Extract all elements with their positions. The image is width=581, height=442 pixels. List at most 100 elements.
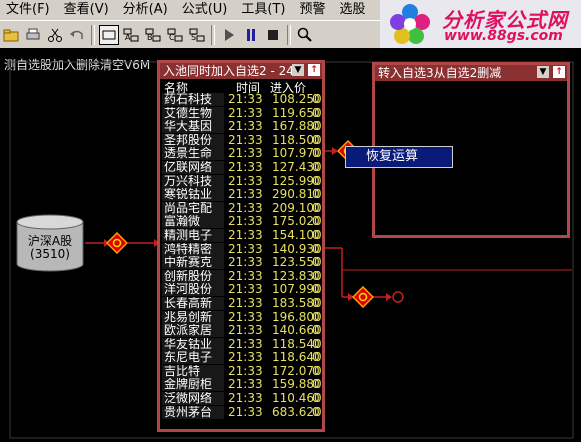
entry-time: 21:33: [228, 255, 263, 270]
entry-time: 21:33: [228, 119, 263, 134]
menu-view[interactable]: 查看(V): [58, 0, 117, 20]
entry-time: 21:33: [228, 323, 263, 338]
extra-value: 0: [312, 227, 320, 242]
entry-time: 21:33: [228, 214, 263, 229]
menu-analysis[interactable]: 分析(A): [117, 0, 176, 20]
stock-name: 药石科技: [162, 93, 224, 106]
filter-node-icon[interactable]: [352, 286, 374, 308]
stock-row[interactable]: 药石科技 21:33 108.250 0: [160, 93, 322, 107]
stock-list[interactable]: 药石科技 21:33 108.250 0 艾德生物 21:33 119.650 0 华大基因 21…: [160, 93, 322, 429]
site-logo: 分析家公式网 www.88gs.com: [380, 0, 581, 48]
toolbar-separator: [91, 25, 95, 45]
entry-time: 21:33: [228, 93, 263, 106]
stock-name: 亿联网络: [162, 160, 224, 174]
toolbar-separator: [211, 25, 215, 45]
formula-c-icon[interactable]: C: [165, 25, 185, 45]
stock-pool-panel[interactable]: 入池同时加入自选2 - 24 ▼ ↑ 名称 时间 进入价 药石科技 21:33 10…: [157, 60, 325, 432]
printer-icon[interactable]: [23, 25, 43, 45]
stock-row[interactable]: 泛微网络 21:33 110.460 0: [160, 391, 322, 406]
stock-row[interactable]: 中新赛克 21:33 123.550 0: [160, 256, 322, 270]
data-source-shsz-a[interactable]: 沪深A股 (3510): [15, 214, 85, 272]
stock-row[interactable]: 创新股份 21:33 123.830 0: [160, 269, 322, 284]
extra-value: 0: [312, 350, 320, 365]
undo-icon[interactable]: [67, 25, 87, 45]
entry-time: 21:33: [228, 241, 263, 256]
extra-value: 0: [312, 363, 320, 378]
extra-value: 0: [312, 323, 320, 338]
entry-time: 21:33: [228, 295, 263, 310]
stock-row[interactable]: 透景生命 21:33 107.970 0: [160, 147, 322, 161]
entry-time: 21:33: [228, 105, 263, 120]
stock-row[interactable]: 艾德生物 21:33 119.650 0: [160, 105, 322, 121]
list-header: 名称 时间 进入价: [160, 79, 322, 95]
stock-name: 创新股份: [162, 269, 224, 283]
stock-row[interactable]: 万兴科技 21:33 125.990 0: [160, 173, 322, 189]
formula-s-icon[interactable]: S: [187, 25, 207, 45]
pause-icon[interactable]: [241, 25, 261, 45]
menu-formula[interactable]: 公式(U): [176, 0, 236, 20]
stock-name: 鸿特精密: [162, 242, 224, 256]
extra-value: 0: [312, 119, 320, 134]
stock-row[interactable]: 洋河股份 21:33 107.990 0: [160, 283, 322, 297]
stock-name: 洋河股份: [162, 283, 224, 297]
stock-row[interactable]: 寒锐钴业 21:33 290.810 0: [160, 188, 322, 202]
stock-row[interactable]: 兆易创新 21:33 196.800 0: [160, 309, 322, 325]
stock-row[interactable]: 尚品宅配 21:33 209.100 0: [160, 201, 322, 216]
toolbar-separator: [287, 25, 291, 45]
stock-name: 华友钴业: [162, 337, 224, 351]
open-folder-icon[interactable]: [1, 25, 21, 45]
up-arrow-icon[interactable]: ↑: [308, 64, 320, 76]
stock-row[interactable]: 华友钴业 21:33 118.540 0: [160, 336, 322, 352]
formula-a-icon[interactable]: A: [121, 25, 141, 45]
stock-row[interactable]: 精测电子 21:33 154.100 0: [160, 227, 322, 243]
extra-value: 0: [312, 132, 320, 147]
extra-value: 0: [312, 309, 320, 324]
stock-row[interactable]: 长春高新 21:33 183.580 0: [160, 295, 322, 311]
stock-name: 贵州茅台: [162, 405, 224, 419]
stock-row[interactable]: 亿联网络 21:33 127.430 0: [160, 159, 322, 175]
entry-time: 21:33: [228, 159, 263, 174]
entry-time: 21:33: [228, 146, 263, 161]
extra-value: 0: [312, 391, 320, 406]
stock-name: 欧派家居: [162, 324, 224, 338]
stock-row[interactable]: 富瀚微 21:33 175.020 0: [160, 215, 322, 229]
flower-icon: [390, 4, 430, 44]
filter-node-icon[interactable]: [106, 232, 128, 254]
menu-alert[interactable]: 预警: [293, 0, 333, 20]
stock-row[interactable]: 鸿特精密 21:33 140.930 0: [160, 241, 322, 257]
stop-icon[interactable]: [263, 25, 283, 45]
entry-time: 21:33: [228, 336, 263, 351]
extra-value: 0: [312, 377, 320, 392]
formula-b-icon[interactable]: B: [143, 25, 163, 45]
stock-row[interactable]: 吉比特 21:33 172.070 0: [160, 363, 322, 379]
dropdown-icon[interactable]: ▼: [537, 66, 549, 78]
entry-time: 21:33: [228, 363, 263, 378]
flow-canvas[interactable]: 测自选股加入删除清空V6M 沪深A股 (3510) 入池同时加入自选2 - 24…: [0, 48, 581, 442]
logo-url: www.88gs.com: [444, 28, 563, 44]
stock-row[interactable]: 东尼电子 21:33 118.640 0: [160, 351, 322, 365]
select-arrow-icon[interactable]: [99, 25, 119, 45]
extra-value: 0: [312, 173, 320, 188]
entry-time: 21:33: [228, 391, 263, 406]
stock-row[interactable]: 欧派家居 21:33 140.660 0: [160, 323, 322, 338]
entry-time: 21:33: [228, 173, 263, 188]
menu-stock-select[interactable]: 选股: [334, 0, 374, 20]
dropdown-icon[interactable]: ▼: [292, 64, 304, 76]
cut-icon[interactable]: [45, 25, 65, 45]
up-arrow-icon[interactable]: ↑: [553, 66, 565, 78]
play-icon[interactable]: [219, 25, 239, 45]
extra-value: 0: [312, 159, 320, 174]
stock-row[interactable]: 圣邦股份 21:33 118.500 0: [160, 132, 322, 148]
context-menu-resume[interactable]: 恢复运算: [345, 146, 453, 168]
stock-row[interactable]: 华大基因 21:33 167.880 0: [160, 120, 322, 134]
extra-value: 0: [312, 187, 320, 202]
svg-text:C: C: [169, 33, 175, 42]
stock-name: 泛微网络: [162, 392, 224, 406]
menu-file[interactable]: 文件(F): [0, 0, 58, 20]
stock-row[interactable]: 贵州茅台 21:33 683.620 0: [160, 405, 322, 420]
menu-tools[interactable]: 工具(T): [235, 0, 293, 20]
search-icon[interactable]: [295, 25, 315, 45]
stock-row[interactable]: 金牌厨柜 21:33 159.880 0: [160, 378, 322, 392]
entry-time: 21:33: [228, 227, 263, 242]
entry-time: 21:33: [228, 187, 263, 202]
